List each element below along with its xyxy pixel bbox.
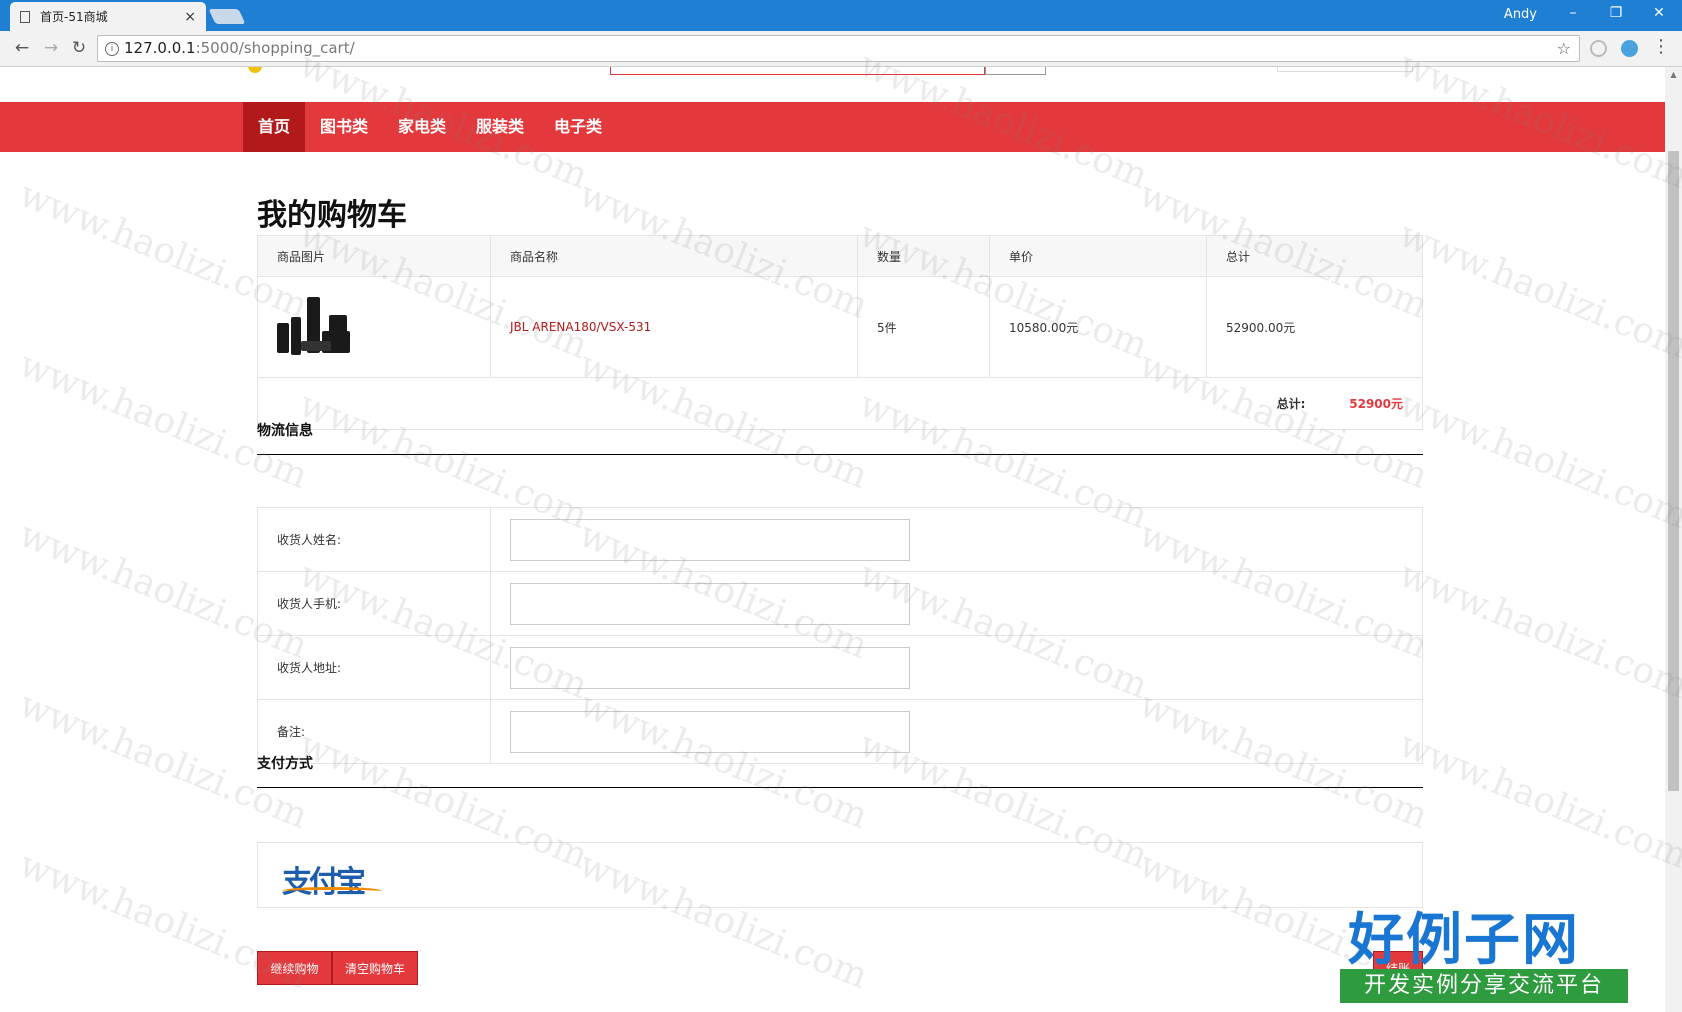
col-header-image: 商品图片 — [257, 235, 491, 277]
recipient-name-label: 收货人姓名: — [257, 507, 491, 572]
header-cart-box[interactable] — [1277, 67, 1413, 72]
browser-titlebar: 首页-51商城 × Andy – ❐ ✕ — [0, 0, 1682, 31]
minimize-icon[interactable]: – — [1558, 5, 1588, 21]
cart-total-value: 52900元 — [1349, 397, 1403, 411]
cart-table: 商品图片 商品名称 数量 单价 总计 JBL ARENA180/VSX-531 … — [257, 235, 1423, 430]
category-nav: 首页 图书类 家电类 服装类 电子类 — [0, 102, 1665, 152]
product-unit-price: 10580.00元 — [989, 276, 1207, 378]
alipay-swoosh-icon — [282, 887, 382, 895]
tab-close-icon[interactable]: × — [184, 9, 196, 25]
form-row-name: 收货人姓名: — [257, 507, 1423, 572]
site-logo — [248, 67, 262, 73]
window-close-icon[interactable]: ✕ — [1644, 5, 1674, 21]
browser-tab-active[interactable]: 首页-51商城 × — [10, 2, 206, 31]
nav-item-clothing[interactable]: 服装类 — [470, 102, 530, 152]
nav-item-home[interactable]: 首页 — [243, 102, 305, 152]
nav-item-books[interactable]: 图书类 — [314, 102, 374, 152]
nav-item-appliances[interactable]: 家电类 — [392, 102, 452, 152]
col-header-quantity: 数量 — [857, 235, 990, 277]
payment-options: 支付宝 — [257, 842, 1423, 908]
scrollbar-thumb[interactable] — [1668, 151, 1679, 791]
shipping-form: 收货人姓名: 收货人手机: 收货人地址: 备注: — [257, 507, 1423, 764]
col-header-name: 商品名称 — [490, 235, 858, 277]
address-bar[interactable]: i 127.0.0.1:5000/shopping_cart/ ☆ — [97, 35, 1580, 62]
browser-menu-icon[interactable]: ⋮ — [1652, 36, 1670, 57]
continue-shopping-button[interactable]: 继续购物 — [257, 951, 332, 985]
browser-profile-name[interactable]: Andy — [1504, 7, 1537, 22]
nav-item-electronics[interactable]: 电子类 — [548, 102, 608, 152]
cart-total-row: 总计: 52900元 — [257, 377, 1423, 430]
site-info-icon[interactable]: i — [105, 42, 119, 56]
payment-divider — [257, 787, 1423, 788]
payment-section-title: 支付方式 — [257, 756, 313, 772]
form-row-phone: 收货人手机: — [257, 571, 1423, 636]
product-name-cell: JBL ARENA180/VSX-531 — [490, 276, 858, 378]
form-row-note: 备注: — [257, 699, 1423, 764]
site-header-partial — [0, 67, 1665, 102]
note-input[interactable] — [510, 710, 910, 753]
col-header-unit-price: 单价 — [989, 235, 1207, 277]
clear-cart-button[interactable]: 清空购物车 — [332, 951, 418, 985]
shipping-section-title: 物流信息 — [257, 423, 313, 439]
table-row: JBL ARENA180/VSX-531 5件 10580.00元 52900.… — [257, 276, 1423, 378]
browser-toolbar: ← → ↻ i 127.0.0.1:5000/shopping_cart/ ☆ … — [0, 31, 1682, 67]
alipay-option[interactable]: 支付宝 — [282, 857, 382, 900]
forward-icon[interactable]: → — [40, 38, 62, 58]
product-name-link[interactable]: JBL ARENA180/VSX-531 — [510, 320, 651, 334]
product-quantity: 5件 — [857, 276, 990, 378]
reload-icon[interactable]: ↻ — [68, 38, 90, 58]
cart-table-header: 商品图片 商品名称 数量 单价 总计 — [257, 235, 1423, 277]
product-image[interactable] — [277, 297, 357, 357]
search-input[interactable] — [610, 67, 985, 75]
back-icon[interactable]: ← — [11, 38, 33, 58]
document-icon — [20, 10, 30, 23]
recipient-phone-input[interactable] — [510, 582, 910, 625]
recipient-address-label: 收货人地址: — [257, 635, 491, 700]
form-row-address: 收货人地址: — [257, 635, 1423, 700]
cart-total-cell: 总计: 52900元 — [257, 377, 1423, 430]
scroll-up-icon[interactable]: ▲ — [1665, 70, 1682, 79]
url-host: 127.0.0.1 — [124, 39, 196, 57]
extension-feather-icon[interactable] — [1621, 40, 1638, 57]
recipient-address-input[interactable] — [510, 646, 910, 689]
page-viewport: 首页 图书类 家电类 服装类 电子类 我的购物车 商品图片 商品名称 数量 单价… — [0, 67, 1665, 1012]
page-title: 我的购物车 — [257, 198, 407, 233]
checkout-button[interactable]: 结账 — [1373, 951, 1423, 985]
recipient-name-input[interactable] — [510, 518, 910, 561]
col-header-subtotal: 总计 — [1206, 235, 1423, 277]
search-button[interactable] — [985, 67, 1046, 75]
page-scrollbar[interactable]: ▲ — [1665, 67, 1682, 1012]
tab-title: 首页-51商城 — [40, 10, 108, 24]
new-tab-button[interactable] — [208, 9, 246, 24]
shipping-divider — [257, 454, 1423, 455]
cart-total-label: 总计: — [1276, 397, 1306, 411]
product-image-cell — [257, 276, 491, 378]
bookmark-star-icon[interactable]: ☆ — [1557, 36, 1571, 61]
recipient-phone-label: 收货人手机: — [257, 571, 491, 636]
extension-icon[interactable] — [1590, 40, 1607, 57]
url-path: :5000/shopping_cart/ — [195, 39, 355, 57]
product-subtotal: 52900.00元 — [1206, 276, 1423, 378]
restore-icon[interactable]: ❐ — [1601, 5, 1631, 21]
